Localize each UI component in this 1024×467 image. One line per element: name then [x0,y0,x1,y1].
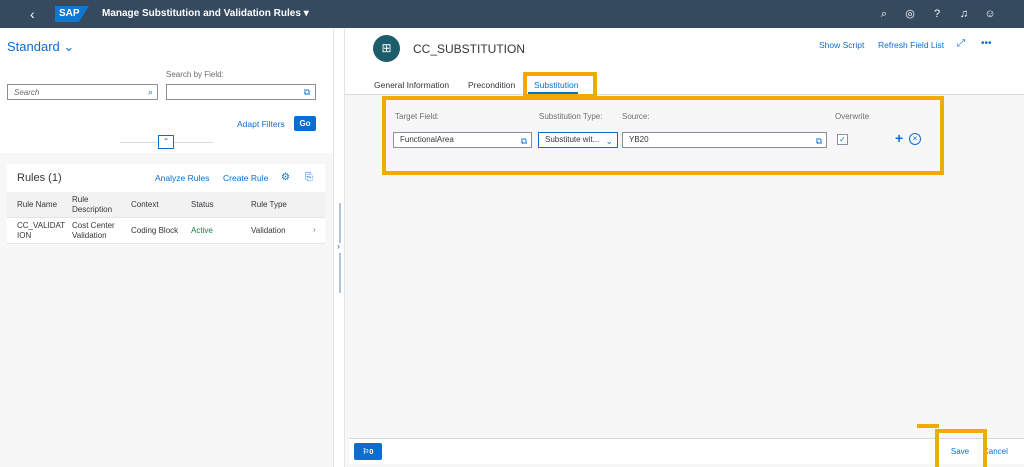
object-title: CC_SUBSTITUTION [413,42,526,56]
search-icon[interactable]: ⌕ [148,87,153,98]
annotation-highlight [523,72,597,98]
chevron-down-icon: ⌄ [63,39,75,54]
annotation-highlight [917,424,939,428]
object-page: ⊞ CC_SUBSTITUTION Show Script Refresh Fi… [345,28,1024,467]
column-header[interactable]: Rule Description [72,195,127,215]
search-input[interactable]: Search ⌕ [7,84,158,100]
message-popover-button[interactable]: ⚐0 [354,443,382,460]
search-by-field-label: Search by Field: [166,70,224,79]
column-header[interactable]: Status [191,200,214,210]
value-help-icon[interactable]: ⧉ [304,87,310,98]
settings-icon[interactable]: ⚙ [281,172,290,183]
search-placeholder: Search [14,88,40,97]
create-rule-button[interactable]: Create Rule [223,173,268,183]
column-header[interactable]: Context [131,200,159,210]
analyze-rules-button[interactable]: Analyze Rules [155,173,209,183]
rule-name: CC_VALIDATION [17,221,66,240]
go-button[interactable]: Go [294,116,316,131]
export-icon[interactable]: ⎘ [305,172,313,183]
notifications-icon[interactable]: ♫ [957,7,971,21]
table-row[interactable]: CC_VALIDATION Cost Center Validation Cod… [7,218,325,244]
variant-selector[interactable]: Standard ⌄ [7,39,74,55]
user-icon[interactable]: ☺ [983,7,997,21]
column-header[interactable]: Rule Type [251,200,287,210]
layout-splitter[interactable]: › [333,28,345,467]
rules-table: Rules (1) Analyze Rules Create Rule ⚙ ⎘ … [7,164,325,244]
annotation-highlight [935,429,987,467]
adapt-filters-button[interactable]: Adapt Filters [237,119,285,129]
left-pane: Standard ⌄ Search by Field: Search ⌕ ⧉ A… [0,28,333,467]
navigation-arrow-icon[interactable]: › [313,225,316,235]
search-icon[interactable]: ⌕ [877,7,891,21]
refresh-field-list-button[interactable]: Refresh Field List [878,40,944,50]
tab-precondition[interactable]: Precondition [468,80,515,90]
cancel-button[interactable]: Cancel [983,444,1019,459]
filter-bar: Standard ⌄ Search by Field: Search ⌕ ⧉ A… [0,28,333,153]
show-script-button[interactable]: Show Script [819,40,864,50]
co-pilot-icon[interactable]: ◎ [903,7,917,21]
rule-status: Active [191,226,213,235]
app-title[interactable]: Manage Substitution and Validation Rules… [102,8,309,19]
annotation-highlight [382,96,944,175]
chevron-up-icon: ⌃ [162,137,170,146]
splitter-grip[interactable] [339,203,341,243]
footer-toolbar: ⚐0 Save Cancel [349,438,1024,464]
more-icon[interactable]: ••• [981,38,992,49]
search-by-field-input[interactable]: ⧉ [166,84,316,100]
object-header: ⊞ CC_SUBSTITUTION Show Script Refresh Fi… [345,28,1024,95]
rule-context: Coding Block [131,226,179,235]
rules-title: Rules (1) [17,172,62,184]
rule-avatar-icon: ⊞ [373,35,400,62]
tab-general-information[interactable]: General Information [374,80,449,90]
table-header: Rule Name Rule Description Context Statu… [7,192,325,218]
sap-logo[interactable]: SAP [55,6,89,22]
shell-bar: ‹ SAP Manage Substitution and Validation… [0,0,1024,28]
help-icon[interactable]: ? [930,7,944,21]
rule-description: Cost Center Validation [72,221,115,240]
expand-arrow-icon[interactable]: › [337,241,340,251]
splitter-grip[interactable] [339,253,341,293]
rule-type: Validation [251,226,286,235]
back-icon[interactable]: ‹ [30,5,35,23]
fullscreen-icon[interactable]: ⤢ [957,38,965,49]
collapse-header-button[interactable]: ⌃ [158,135,174,149]
column-header[interactable]: Rule Name [17,200,72,210]
